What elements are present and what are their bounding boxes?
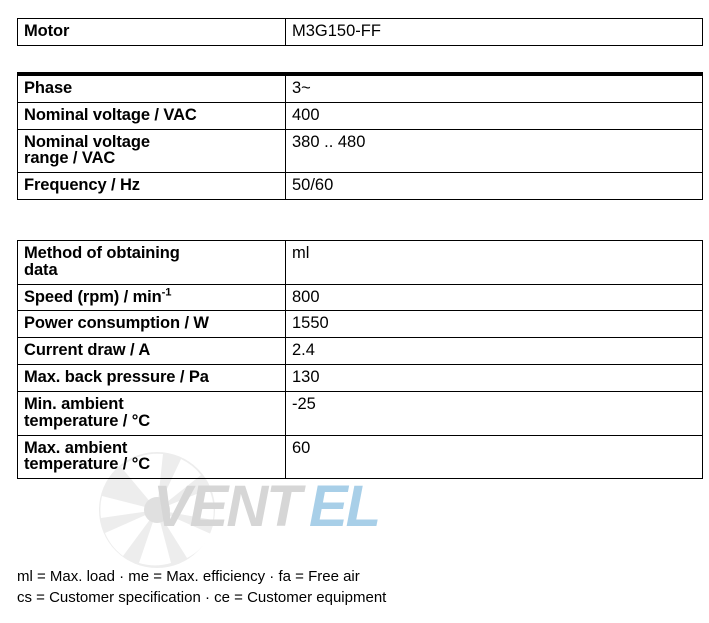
row-value: 400: [285, 101, 703, 130]
row-label: Min. ambient temperature / °C: [17, 390, 286, 436]
row-label: Current draw / A: [17, 337, 286, 366]
row-label-line1: Method of obtaining: [24, 244, 180, 262]
row-value: -25: [285, 390, 703, 436]
abbreviation-legend: ml = Max. load · me = Max. efficiency · …: [17, 566, 677, 609]
row-label: Nominal voltage / VAC: [17, 101, 286, 130]
table-row: Nominal voltage range / VAC 380 .. 480: [17, 128, 703, 174]
row-label-superscript: -1: [161, 286, 172, 299]
table-row: Phase 3~: [17, 74, 703, 103]
row-value: M3G150-FF: [285, 18, 703, 46]
row-label: Speed (rpm) / min-1: [17, 283, 286, 312]
row-label: Nominal voltage range / VAC: [17, 128, 286, 174]
performance-specification-table: Method of obtaining data ml Speed (rpm) …: [17, 240, 703, 480]
row-label-line1: Max. ambient: [24, 438, 128, 457]
table-row: Current draw / A 2.4: [17, 337, 703, 366]
table-row: Power consumption / W 1550: [17, 310, 703, 339]
row-label: Max. back pressure / Pa: [17, 364, 286, 392]
row-value: 800: [285, 283, 703, 312]
row-label: Frequency / Hz: [17, 172, 286, 201]
row-value: 380 .. 480: [285, 128, 703, 174]
table-row: Min. ambient temperature / °C -25: [17, 390, 703, 436]
row-value: 50/60: [285, 172, 703, 201]
motor-identification-table: Motor M3G150-FF: [17, 18, 703, 46]
row-value: 2.4: [285, 337, 703, 366]
row-label: Method of obtaining data: [17, 240, 286, 285]
spec-sheet: VENT EL Motor M3G150-FF Phase 3~ Nominal…: [0, 0, 709, 623]
row-label: Motor: [17, 18, 286, 46]
row-value: ml: [285, 240, 703, 285]
footnote-line-1: ml = Max. load · me = Max. efficiency · …: [17, 568, 360, 585]
row-label: Max. ambient temperature / °C: [17, 434, 286, 480]
row-label-line1: Nominal voltage: [24, 132, 150, 151]
row-label-line2: data: [24, 260, 58, 279]
table-row: Max. ambient temperature / °C 60: [17, 434, 703, 480]
table-row: Method of obtaining data ml: [17, 240, 703, 285]
table-row: Max. back pressure / Pa 130: [17, 364, 703, 392]
watermark-text-secondary: EL: [309, 474, 379, 539]
row-label-line2: range / VAC: [24, 149, 116, 168]
table-row: Nominal voltage / VAC 400: [17, 101, 703, 130]
row-label-line2: temperature / °C: [24, 455, 151, 474]
row-label-line1: Min. ambient: [24, 394, 124, 413]
table-row: Motor M3G150-FF: [17, 18, 703, 46]
electrical-specification-table: Phase 3~ Nominal voltage / VAC 400 Nomin…: [17, 72, 703, 201]
row-label-text: Speed (rpm) / min: [24, 287, 162, 306]
watermark-text-primary: VENT: [153, 474, 306, 539]
table-row: Frequency / Hz 50/60: [17, 172, 703, 201]
row-label: Phase: [17, 74, 286, 103]
row-label: Power consumption / W: [17, 310, 286, 339]
row-value: 130: [285, 364, 703, 392]
row-label-line2: temperature / °C: [24, 411, 151, 430]
row-value: 60: [285, 434, 703, 480]
footnote-line-2: cs = Customer specification · ce = Custo…: [17, 589, 387, 607]
table-row: Speed (rpm) / min-1 800: [17, 283, 703, 312]
row-value: 3~: [285, 74, 703, 103]
row-value: 1550: [285, 310, 703, 339]
